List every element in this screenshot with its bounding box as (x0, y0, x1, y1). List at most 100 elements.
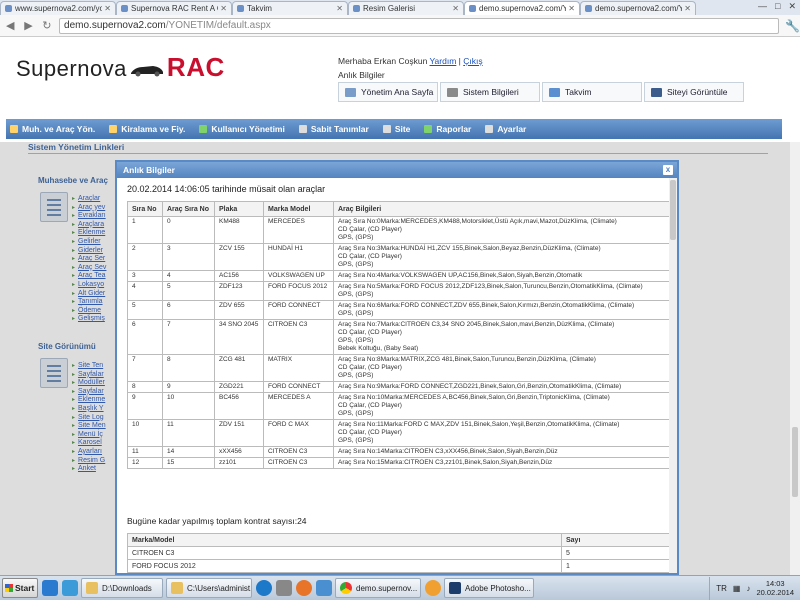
cell-plaka: zz101 (214, 457, 264, 469)
car-info-line: Araç Sıra No:8Marka:MATRIX,ZCG 481,Binek… (338, 356, 596, 363)
monitor-icon (651, 87, 662, 97)
menu-sabit[interactable]: Sabit Tanımlar (298, 124, 369, 134)
tab-close-icon[interactable]: ✕ (104, 4, 111, 13)
cell-sira-no: 11 (127, 446, 163, 458)
minimize-icon[interactable]: — (758, 1, 767, 12)
maximize-icon[interactable]: □ (775, 1, 780, 12)
menu-site[interactable]: Site (382, 124, 410, 134)
wrench-icon[interactable]: 🔧 (785, 19, 800, 33)
home-button[interactable]: Yönetim Ana Sayfa (338, 82, 438, 102)
network-icon[interactable]: ▦ (733, 584, 741, 593)
view-site-button[interactable]: Siteyi Görüntüle (644, 82, 744, 102)
tab-close-icon[interactable]: ✕ (684, 4, 691, 13)
car-info-line: GPS, (GPS) (338, 437, 374, 444)
menu-ayarlar[interactable]: Ayarlar (485, 124, 526, 134)
page-scrollbar[interactable] (790, 142, 800, 575)
logo[interactable]: Supernova RAC (16, 52, 225, 83)
scroll-thumb[interactable] (670, 180, 676, 240)
system-info-button[interactable]: Sistem Bilgileri (440, 82, 540, 102)
address-bar: ◀ ▶ ↻ demo.supernova2.com/YONETIM/defaul… (0, 15, 800, 37)
car-info-line: GPS, (GPS) (338, 234, 374, 241)
cell-arac-bilgileri: Araç Sıra No:15Marka:CITROEN C3,zz101,Bi… (333, 457, 672, 469)
taskbar-label: C:\Users\administ... (187, 583, 252, 593)
app-icon[interactable] (425, 580, 441, 596)
user-line: Merhaba Erkan Coşkun Yardım | Çıkış (338, 56, 483, 66)
browser-tab[interactable]: Supernova RAC Rent A Car✕ (116, 1, 232, 15)
close-window-icon[interactable]: ✕ (788, 1, 796, 12)
taskbar: Start D:\Downloads C:\Users\administ... … (0, 575, 800, 600)
cell-arac-sira-no: 15 (162, 457, 215, 469)
cell-arac-sira-no: 11 (162, 419, 215, 447)
dialog-scrollbar[interactable] (669, 178, 677, 573)
table-row: 8 9 ZGD221 FORD CONNECT Araç Sıra No:9Marka:… (127, 381, 672, 393)
taskbar-item-downloads[interactable]: D:\Downloads (81, 578, 163, 598)
table-row: CITROEN C3 5 (127, 546, 672, 560)
cell-plaka: ZCV 155 (214, 243, 264, 271)
reload-icon[interactable]: ↻ (41, 19, 53, 33)
cell-arac-bilgileri: Araç Sıra No:9Marka:FORD CONNECT,ZGD221,… (333, 381, 672, 393)
volume-icon[interactable]: ♪ (746, 584, 750, 593)
cell-marka-model: CITROEN C3 (263, 319, 334, 355)
scroll-thumb[interactable] (792, 427, 798, 497)
cell-arac-bilgileri: Araç Sıra No:14Marka:CITROEN C3,xXX456,B… (333, 446, 672, 458)
menu-raporlar[interactable]: Raporlar (424, 124, 471, 134)
media-player-icon[interactable] (256, 580, 272, 596)
cell-sayi: 1 (561, 559, 672, 573)
start-button[interactable]: Start (2, 578, 38, 598)
taskbar-item-users[interactable]: C:\Users\administ... (166, 578, 252, 598)
menu-muhasebe[interactable]: Muh. ve Araç Yön. (10, 124, 95, 134)
car-info-line: Araç Sıra No:9Marka:FORD CONNECT,ZGD221,… (338, 383, 622, 390)
gear-icon (382, 125, 391, 133)
calendar-button[interactable]: Takvim (542, 82, 642, 102)
browser-tab[interactable]: Resim Galerisi ✕ (348, 1, 464, 15)
language-indicator[interactable]: TR (716, 584, 727, 593)
tab-close-icon[interactable]: ✕ (220, 4, 227, 13)
app-icon[interactable] (276, 580, 292, 596)
browser-tab[interactable]: Takvim ✕ (232, 1, 348, 15)
settings-icon (485, 125, 494, 133)
browser-tab[interactable]: demo.supernova2.com/YO ✕ (464, 1, 580, 15)
car-info-line: Araç Sıra No:3Marka:HUNDAİ H1,ZCV 155,Bi… (338, 245, 601, 252)
firefox-icon[interactable] (296, 580, 312, 596)
cell-sira-no: 1 (127, 216, 163, 244)
table-row: 12 15 zz101 CITROEN C3 Araç Sıra No:15Marka:… (127, 457, 672, 469)
calendar-icon (549, 87, 560, 97)
tag-icon (109, 125, 118, 133)
tab-close-icon[interactable]: ✕ (336, 4, 343, 13)
url-input[interactable]: demo.supernova2.com/YONETIM/default.aspx (59, 17, 780, 34)
cell-arac-bilgileri: Araç Sıra No:4Marka:VOLKSWAGEN UP,AC156,… (333, 270, 672, 282)
table-row: 1 0 KM488 MERCEDES Araç Sıra No:0Marka:MERCE… (127, 216, 672, 244)
car-info-line: CD Çalar, (CD Player) (338, 329, 402, 336)
tab-close-icon[interactable]: ✕ (452, 4, 459, 13)
menu-kiralama[interactable]: Kiralama ve Fiy. (109, 124, 185, 134)
back-icon[interactable]: ◀ (4, 19, 16, 33)
close-icon[interactable]: x (663, 165, 673, 175)
menu-kullanici[interactable]: Kullanıcı Yönetimi (199, 124, 285, 134)
taskbar-item-photoshop[interactable]: Adobe Photosho... (444, 578, 534, 598)
browser-tab[interactable]: www.supernova2.com/yon ✕ (0, 1, 116, 15)
cell-plaka: ZGD221 (214, 381, 264, 393)
forward-icon[interactable]: ▶ (22, 19, 34, 33)
cell-sira-no: 4 (127, 281, 163, 301)
car-info-line: GPS, (GPS) (338, 337, 374, 344)
cell-plaka: ZCG 481 (214, 354, 264, 382)
car-info-line: Bebek Koltuğu, (Baby Seat) (338, 345, 419, 352)
app-icon[interactable] (316, 580, 332, 596)
ie-icon[interactable] (42, 580, 58, 596)
col-marka-model: Marka/Model (127, 533, 562, 547)
table-header-row: Sıra No Araç Sıra No Plaka Marka Model A… (127, 201, 672, 217)
table-row: 10 11 ZDV 151 FORD C MAX Araç Sıra No:11Mark… (127, 419, 672, 447)
powershell-icon[interactable] (62, 580, 78, 596)
system-info-label: Sistem Bilgileri (463, 87, 519, 97)
chart-icon (424, 125, 433, 133)
site-header: Supernova RAC Merhaba Erkan Coşkun Yardım… (0, 38, 800, 118)
folder-icon (10, 125, 18, 133)
tab-close-icon[interactable]: ✕ (568, 4, 575, 13)
logout-link[interactable]: Çıkış (463, 56, 482, 66)
help-link[interactable]: Yardım (430, 56, 457, 66)
cell-arac-bilgileri: Araç Sıra No:7Marka:CITROEN C3,34 SNO 20… (333, 319, 672, 355)
taskbar-item-chrome[interactable]: demo.supernov... (335, 578, 421, 598)
cell-arac-sira-no: 0 (162, 216, 215, 244)
clock[interactable]: 14:03 20.02.2014 (756, 579, 794, 597)
browser-tab[interactable]: demo.supernova2.com/YO ✕ (580, 1, 696, 15)
